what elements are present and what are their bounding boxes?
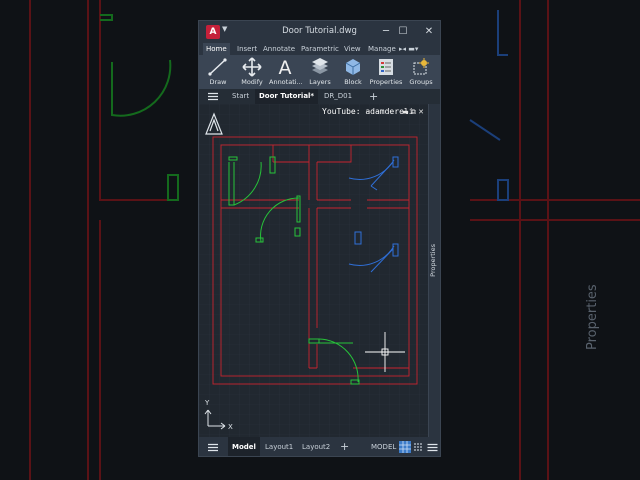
floor-plan: Y X	[199, 104, 428, 437]
tab-manage[interactable]: Manage	[368, 43, 396, 55]
ucs-y-label: Y	[204, 399, 210, 407]
grid-display-icon[interactable]	[399, 441, 411, 453]
customization-menu-icon[interactable]	[427, 443, 438, 452]
tab-dr-d01[interactable]: DR_D01	[324, 89, 352, 104]
status-bar: Model Layout1 Layout2 + MODEL	[199, 437, 440, 456]
ribbon-overflow-button[interactable]: ▸◂ ▬▾	[399, 43, 418, 55]
viewport-controls[interactable]: ▬ ⧉ ✕	[402, 108, 424, 117]
drawing-canvas[interactable]: Y X YouTube: adamdereli ▬ ⧉ ✕	[199, 104, 428, 437]
draw-line-icon	[208, 58, 227, 76]
autocad-window: A ▼ Door Tutorial.dwg ─ ☐ ✕ Home Insert …	[198, 20, 441, 457]
block-button[interactable]: Block	[341, 57, 365, 87]
text-a-icon: A	[279, 57, 292, 77]
draw-button[interactable]: Draw	[203, 57, 233, 87]
annotation-button[interactable]: A Annotati...	[269, 57, 303, 87]
title-bar: A ▼ Door Tutorial.dwg ─ ☐ ✕	[199, 21, 440, 43]
add-tab-button[interactable]: +	[369, 89, 378, 104]
tab-layout2[interactable]: Layout2	[302, 437, 330, 456]
maximize-button[interactable]: ☐	[395, 24, 411, 40]
model-space-toggle[interactable]: MODEL	[371, 437, 396, 456]
properties-icon	[379, 59, 393, 75]
tab-parametric[interactable]: Parametric	[301, 43, 339, 55]
tab-door-tutorial[interactable]: Door Tutorial*	[255, 89, 319, 104]
tab-insert[interactable]: Insert	[237, 43, 257, 55]
minimize-button[interactable]: ─	[378, 24, 394, 40]
draw-label: Draw	[209, 78, 227, 86]
modify-label: Modify	[241, 78, 263, 86]
tab-home[interactable]: Home	[203, 43, 230, 55]
ribbon-panel: Draw Modify A Annotati... Layers Block P…	[199, 55, 440, 89]
document-tabs: Start Door Tutorial* DR_D01 +	[199, 89, 440, 104]
properties-palette[interactable]: Properties	[428, 104, 440, 437]
layers-button[interactable]: Layers	[305, 57, 335, 87]
block-label: Block	[344, 78, 362, 86]
properties-button[interactable]: Properties	[369, 57, 403, 87]
properties-label: Properties	[369, 78, 403, 86]
annotation-label: Annotati...	[269, 78, 303, 86]
svg-text:A: A	[279, 57, 292, 77]
status-menu-icon[interactable]	[207, 443, 219, 452]
tab-start[interactable]: Start	[232, 89, 249, 104]
background-properties-label: Properties	[585, 284, 600, 350]
ribbon-tabs: Home Insert Annotate Parametric View Man…	[199, 43, 440, 55]
move-arrows-icon	[242, 57, 262, 77]
layers-label: Layers	[309, 78, 331, 86]
tab-layout1[interactable]: Layout1	[265, 437, 293, 456]
tab-annotate[interactable]: Annotate	[263, 43, 295, 55]
add-layout-button[interactable]: +	[340, 437, 349, 456]
block-icon	[345, 59, 361, 75]
groups-label: Groups	[409, 78, 433, 86]
youtube-credit: YouTube: adamdereli	[322, 107, 414, 116]
tab-view[interactable]: View	[344, 43, 361, 55]
properties-panel-label: Properties	[429, 244, 437, 277]
snap-mode-icon[interactable]	[413, 442, 423, 452]
hamburger-icon[interactable]	[207, 92, 219, 101]
close-button[interactable]: ✕	[421, 24, 437, 40]
tab-model[interactable]: Model	[228, 437, 260, 456]
ucs-x-label: X	[228, 423, 233, 431]
groups-icon	[413, 58, 429, 75]
layers-icon	[312, 58, 328, 74]
groups-button[interactable]: Groups	[407, 57, 435, 87]
modify-button[interactable]: Modify	[237, 57, 267, 87]
